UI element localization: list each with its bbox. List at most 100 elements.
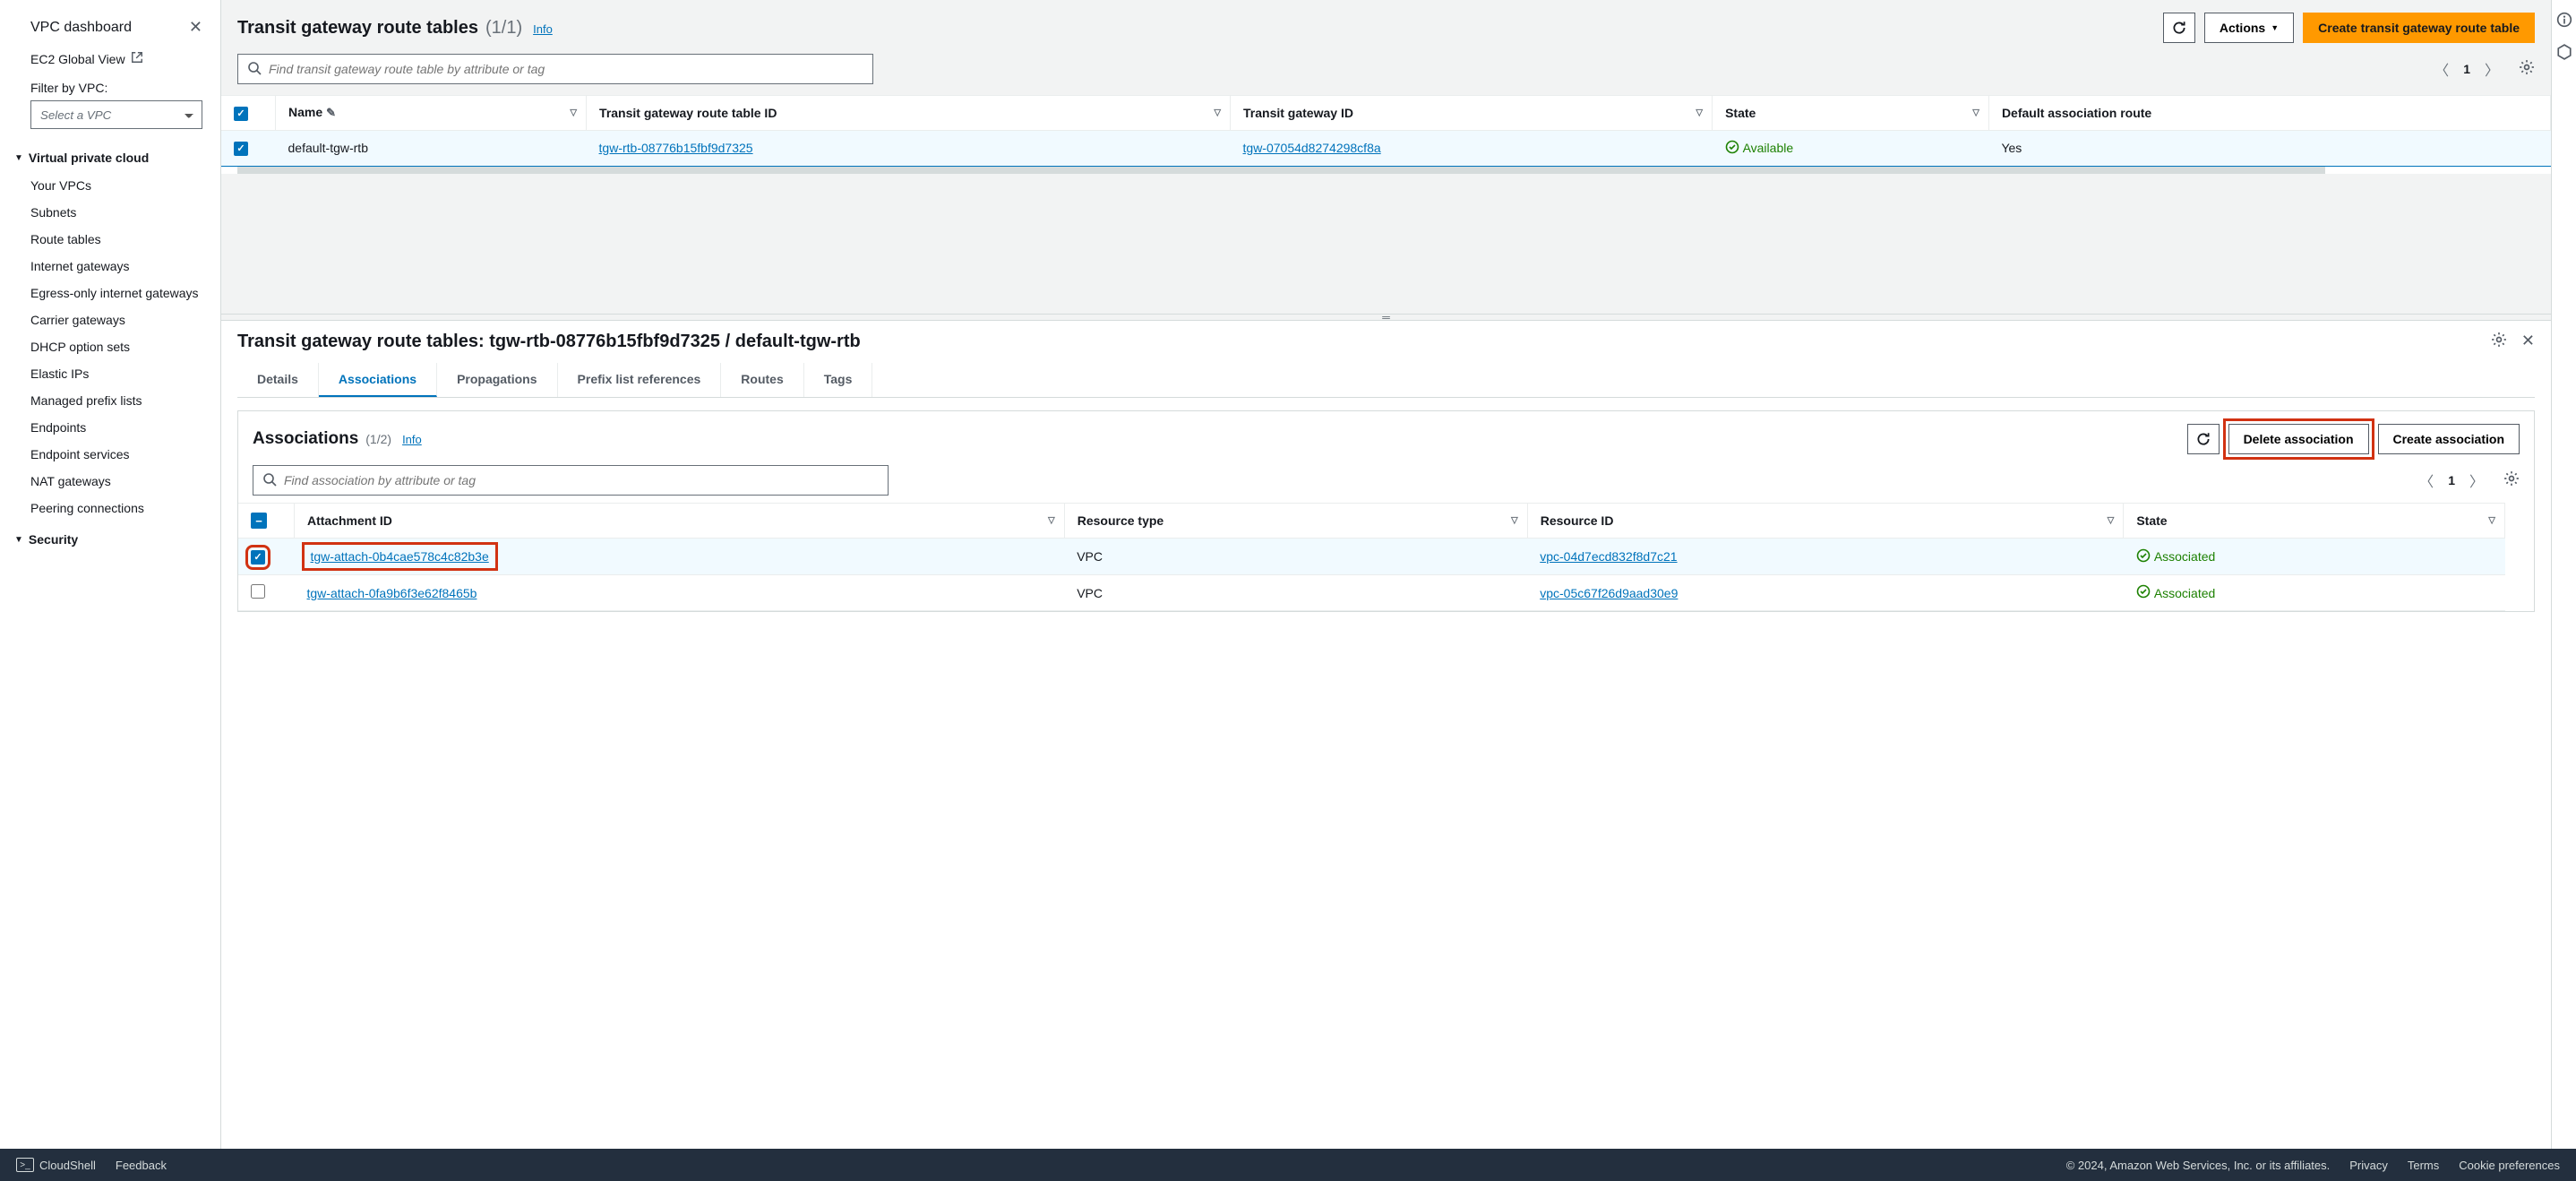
info-icon — [2556, 12, 2572, 28]
cloudshell-button[interactable]: >_ CloudShell — [16, 1158, 96, 1172]
col-res-id[interactable]: Resource ID▽ — [1527, 504, 2124, 539]
vpc-filter-select[interactable]: Select a VPC — [30, 100, 202, 129]
cell-res-id-link[interactable]: vpc-05c67f26d9aad30e9 — [1540, 586, 1678, 600]
success-icon — [2136, 584, 2151, 601]
create-route-table-button[interactable]: Create transit gateway route table — [2303, 13, 2535, 43]
next-page-button[interactable]: 〉 — [2481, 55, 2503, 83]
sidebar-group-label: Virtual private cloud — [29, 151, 149, 165]
checkbox-checked-icon: ✓ — [234, 107, 248, 121]
sidebar-item-managed-prefix-lists[interactable]: Managed prefix lists — [0, 387, 220, 414]
col-assoc-state[interactable]: State▽ — [2124, 504, 2505, 539]
horizontal-scrollbar[interactable] — [237, 167, 2325, 174]
cell-rtb-id-link[interactable]: tgw-rtb-08776b15fbf9d7325 — [599, 141, 753, 155]
col-rtb-id[interactable]: Transit gateway route table ID▽ — [587, 96, 1231, 130]
sort-icon: ▽ — [1972, 108, 1979, 117]
cell-attach-id-link[interactable]: tgw-attach-0b4cae578c4c82b3e — [311, 549, 489, 564]
sidebar-dashboard-link[interactable]: VPC dashboard — [30, 20, 132, 36]
route-tables-pane: Transit gateway route tables (1/1) Info … — [221, 0, 2551, 314]
detail-tabs: Details Associations Propagations Prefix… — [237, 363, 2535, 398]
refresh-icon — [2195, 431, 2211, 447]
assoc-next-page[interactable]: 〉 — [2466, 466, 2487, 495]
feedback-link[interactable]: Feedback — [116, 1159, 167, 1172]
prev-page-button[interactable]: 〈 — [2431, 55, 2452, 83]
assoc-refresh-button[interactable] — [2187, 424, 2220, 454]
assoc-search-wrapper[interactable] — [253, 465, 889, 496]
sidebar-item-your-vpcs[interactable]: Your VPCs — [0, 172, 220, 199]
pane-splitter[interactable]: ═ — [221, 314, 2551, 321]
tab-details[interactable]: Details — [237, 363, 319, 397]
select-all-checkbox-header[interactable]: ✓ — [221, 96, 276, 130]
row-checkbox[interactable] — [251, 584, 265, 599]
table-row[interactable]: ✓ default-tgw-rtb tgw-rtb-08776b15fbf9d7… — [221, 130, 2551, 166]
row-checkbox[interactable]: ✓ — [234, 142, 248, 156]
search-icon — [247, 61, 262, 78]
assoc-prev-page[interactable]: 〈 — [2416, 466, 2437, 495]
sidebar-item-dhcp-option-sets[interactable]: DHCP option sets — [0, 333, 220, 360]
settings-button[interactable] — [2519, 59, 2535, 80]
detail-pane: Transit gateway route tables: tgw-rtb-08… — [221, 321, 2551, 1149]
associations-counter: (1/2) — [365, 432, 391, 446]
assoc-search-input[interactable] — [284, 473, 879, 487]
detail-settings-button[interactable] — [2491, 332, 2507, 352]
info-panel-button[interactable] — [2555, 11, 2573, 29]
tab-prefix-list[interactable]: Prefix list references — [558, 363, 722, 397]
detail-title: Transit gateway route tables: tgw-rtb-08… — [237, 332, 861, 352]
sidebar-item-peering-connections[interactable]: Peering connections — [0, 495, 220, 522]
tab-associations[interactable]: Associations — [319, 363, 437, 397]
sidebar-item-endpoint-services[interactable]: Endpoint services — [0, 441, 220, 468]
associations-info-link[interactable]: Info — [402, 433, 422, 446]
sidebar-group-security[interactable]: ▼ Security — [0, 522, 220, 554]
cell-tgw-id-link[interactable]: tgw-07054d8274298cf8a — [1243, 141, 1381, 155]
row-checkbox[interactable]: ✓ — [251, 550, 265, 565]
table-row[interactable]: tgw-attach-0fa9b6f3e62f8465b VPC vpc-05c… — [238, 575, 2505, 611]
sidebar-item-internet-gateways[interactable]: Internet gateways — [0, 253, 220, 280]
delete-association-button[interactable]: Delete association — [2228, 424, 2369, 454]
sidebar-item-endpoints[interactable]: Endpoints — [0, 414, 220, 441]
sidebar-item-route-tables[interactable]: Route tables — [0, 226, 220, 253]
page-number: 1 — [2463, 62, 2470, 76]
sidebar-group-label: Security — [29, 532, 78, 547]
col-tgw-id[interactable]: Transit gateway ID▽ — [1231, 96, 1713, 130]
hexagon-icon — [2556, 44, 2572, 60]
cell-attach-id-link[interactable]: tgw-attach-0fa9b6f3e62f8465b — [307, 586, 477, 600]
sort-icon: ▽ — [1511, 516, 1518, 526]
status-badge: Associated — [2136, 548, 2215, 565]
search-input[interactable] — [269, 62, 863, 76]
help-panel-button[interactable] — [2555, 43, 2573, 61]
actions-button[interactable]: Actions ▼ — [2204, 13, 2294, 43]
sidebar-item-egress-gateways[interactable]: Egress-only internet gateways — [0, 280, 220, 306]
tab-propagations[interactable]: Propagations — [437, 363, 557, 397]
close-sidebar-icon[interactable]: ✕ — [189, 18, 202, 37]
cookie-preferences-link[interactable]: Cookie preferences — [2459, 1159, 2560, 1172]
sidebar[interactable]: VPC dashboard ✕ EC2 Global View Filter b… — [0, 0, 221, 1149]
col-default-assoc[interactable]: Default association route — [1988, 96, 2550, 130]
refresh-button[interactable] — [2163, 13, 2195, 43]
table-row[interactable]: ✓ tgw-attach-0b4cae578c4c82b3e VPC vpc-0… — [238, 539, 2505, 575]
info-link[interactable]: Info — [533, 22, 553, 36]
sidebar-item-nat-gateways[interactable]: NAT gateways — [0, 468, 220, 495]
create-association-button[interactable]: Create association — [2378, 424, 2520, 454]
col-name[interactable]: Name✎▽ — [276, 96, 587, 130]
col-res-type[interactable]: Resource type▽ — [1064, 504, 1527, 539]
sidebar-group-vpc[interactable]: ▼ Virtual private cloud — [0, 140, 220, 172]
privacy-link[interactable]: Privacy — [2349, 1159, 2388, 1172]
cell-res-type: VPC — [1064, 575, 1527, 611]
assoc-settings-button[interactable] — [2503, 470, 2520, 491]
assoc-select-all[interactable]: − — [238, 504, 295, 539]
tab-routes[interactable]: Routes — [721, 363, 803, 397]
tab-tags[interactable]: Tags — [804, 363, 873, 397]
sidebar-item-subnets[interactable]: Subnets — [0, 199, 220, 226]
cell-name: default-tgw-rtb — [276, 130, 587, 166]
terms-link[interactable]: Terms — [2408, 1159, 2439, 1172]
col-attach-id[interactable]: Attachment ID▽ — [295, 504, 1065, 539]
associations-title: Associations — [253, 429, 358, 449]
sidebar-item-elastic-ips[interactable]: Elastic IPs — [0, 360, 220, 387]
sidebar-ec2-global-link[interactable]: EC2 Global View — [0, 46, 220, 72]
col-state[interactable]: State▽ — [1713, 96, 1989, 130]
gear-icon — [2519, 59, 2535, 75]
cell-res-id-link[interactable]: vpc-04d7ecd832f8d7c21 — [1540, 549, 1677, 564]
close-detail-button[interactable]: ✕ — [2521, 332, 2535, 352]
search-input-wrapper[interactable] — [237, 54, 873, 84]
sidebar-item-carrier-gateways[interactable]: Carrier gateways — [0, 306, 220, 333]
associations-panel: Associations (1/2) Info Delete associati… — [237, 410, 2535, 612]
